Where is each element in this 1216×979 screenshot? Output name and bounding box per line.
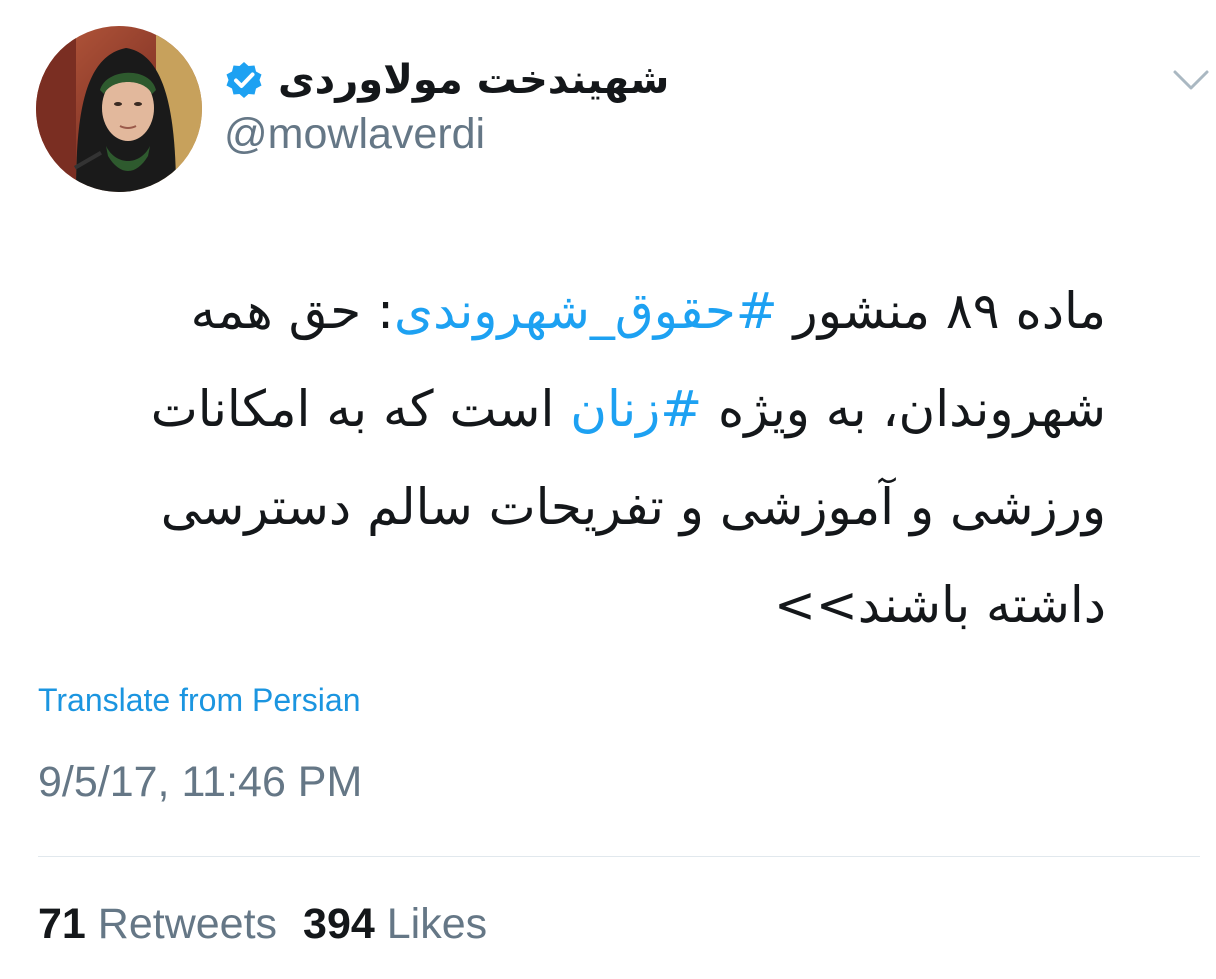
author-name-row[interactable]: شهیندخت مولاوردی bbox=[224, 50, 669, 110]
divider bbox=[38, 856, 1200, 857]
profile-photo bbox=[36, 26, 202, 192]
retweets-stat[interactable]: 71 Retweets bbox=[38, 900, 277, 949]
verified-badge-icon bbox=[224, 60, 264, 100]
user-handle[interactable]: @mowlaverdi bbox=[224, 110, 485, 159]
hashtag-link[interactable]: #زنان bbox=[570, 380, 702, 438]
display-name[interactable]: شهیندخت مولاوردی bbox=[278, 57, 669, 103]
retweets-label: Retweets bbox=[97, 900, 278, 948]
translate-link[interactable]: Translate from Persian bbox=[38, 682, 360, 719]
chevron-down-icon[interactable] bbox=[1171, 66, 1211, 94]
likes-stat[interactable]: 394 Likes bbox=[303, 900, 487, 949]
tweet-card: شهیندخت مولاوردی @mowlaverdi ماده ۸۹ منش… bbox=[0, 0, 1216, 979]
tweet-text-segment: ماده ۸۹ منشور bbox=[777, 282, 1106, 340]
avatar[interactable] bbox=[36, 26, 202, 192]
hashtag-link[interactable]: #حقوق_شهروندی bbox=[394, 282, 778, 340]
likes-count: 394 bbox=[303, 900, 375, 948]
retweets-count: 71 bbox=[38, 900, 86, 948]
timestamp[interactable]: 9/5/17, 11:46 PM bbox=[38, 758, 362, 807]
likes-label: Likes bbox=[386, 900, 488, 948]
tweet-text: ماده ۸۹ منشور #حقوق_شهروندی: حق همه شهرو… bbox=[40, 262, 1106, 654]
engagement-stats: 71 Retweets 394 Likes bbox=[38, 900, 487, 949]
